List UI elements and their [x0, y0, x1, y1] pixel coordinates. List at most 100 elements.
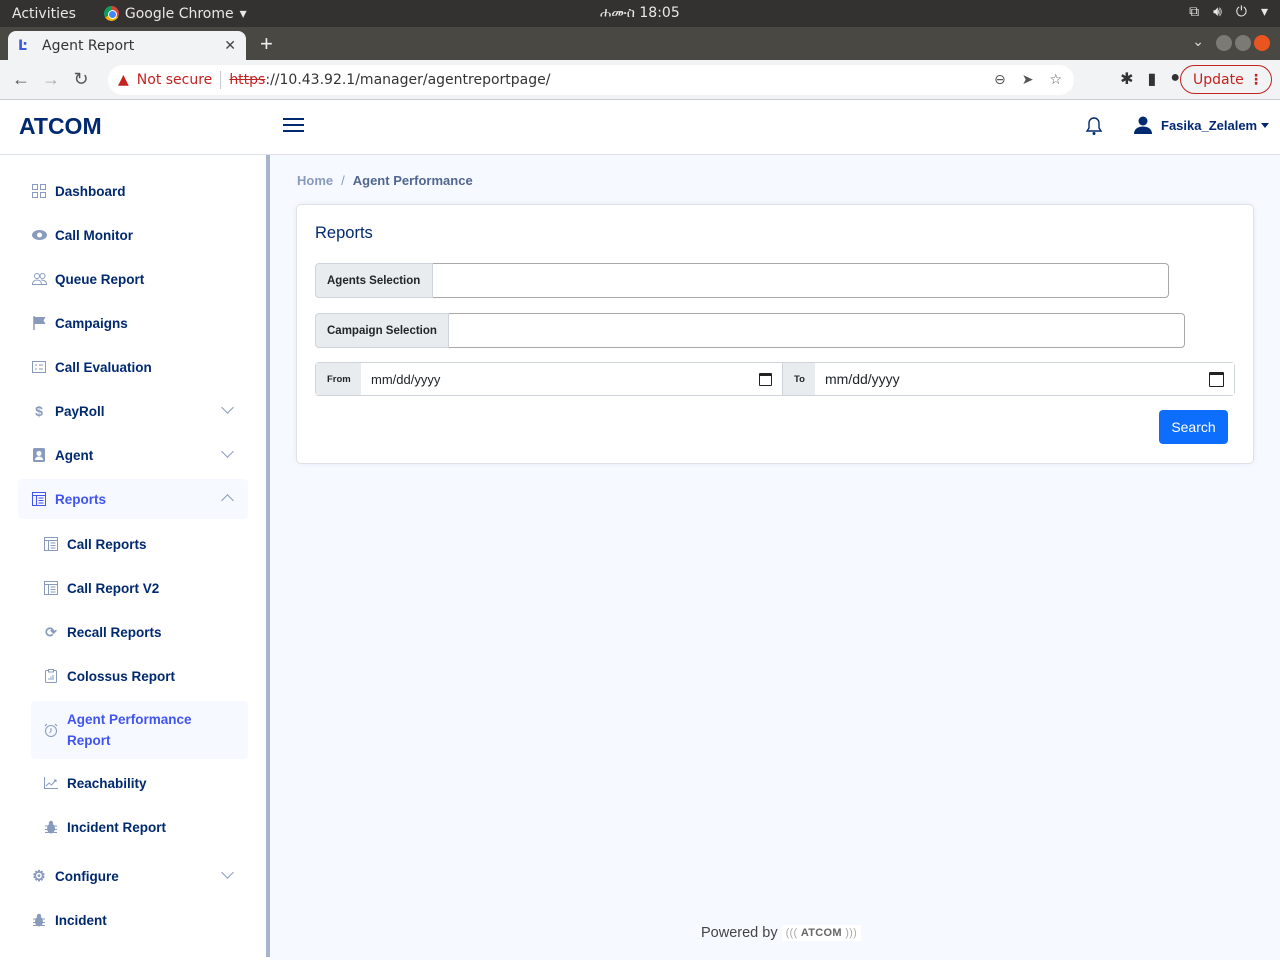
sidebar-item-label: Recall Reports [67, 624, 162, 640]
gear-icon: ⚙ [32, 868, 46, 885]
profile-icon[interactable]: ● [1170, 69, 1180, 89]
sidebar-subitem-incident-report[interactable]: Incident Report [31, 807, 248, 847]
site-favicon-icon: Ŀ [18, 37, 27, 54]
browser-toolbar: ← → ↻ ▲ Not secure https://10.43.92.1/ma… [0, 60, 1280, 100]
grid-icon [31, 183, 47, 199]
sidebar-subitem-reachability[interactable]: Reachability [31, 763, 248, 803]
browser-tab[interactable]: Ŀ Agent Report ✕ [8, 31, 246, 60]
sidebar-item-queue-report[interactable]: Queue Report [18, 259, 248, 299]
chevron-down-icon [221, 401, 234, 414]
toggle-sidebar-button[interactable] [283, 115, 304, 135]
to-date-input[interactable]: mm/dd/yyyy [815, 363, 1234, 395]
alarm-icon [43, 722, 59, 738]
sidebar-item-label: Dashboard [55, 183, 126, 199]
caret-down-icon: ▾ [1260, 4, 1268, 20]
powered-by-text: Powered by [701, 925, 778, 941]
footer-logo: ATCOM [781, 925, 862, 941]
side-panel-icon[interactable]: ▮ [1148, 69, 1157, 89]
address-bar[interactable]: ▲ Not secure https://10.43.92.1/manager/… [108, 65, 1074, 95]
calendar-icon[interactable] [1209, 371, 1224, 387]
chevron-up-icon [221, 494, 234, 507]
new-tab-button[interactable]: + [260, 31, 273, 57]
sidebar-item-label: Call Report V2 [67, 580, 160, 596]
breadcrumb-current: Agent Performance [352, 173, 473, 188]
campaign-selection-label: Campaign Selection [315, 313, 449, 348]
layout-text-icon [43, 580, 59, 596]
url-scheme: https [229, 72, 266, 88]
clipboard-chart-icon [43, 668, 59, 684]
sidebar-item-agent[interactable]: Agent [18, 435, 248, 475]
back-button[interactable]: ← [6, 69, 36, 90]
sidebar-subitem-recall-reports[interactable]: ⟳ Recall Reports [31, 612, 248, 652]
divider [220, 71, 222, 89]
campaign-selection-group: Campaign Selection [315, 313, 1185, 348]
sidebar-item-call-monitor[interactable]: Call Monitor [18, 215, 248, 255]
date-range-group: From mm/dd/yyyy To mm/dd/yyyy [315, 362, 1235, 396]
reload-button[interactable]: ↻ [66, 69, 96, 90]
checklist-icon [31, 359, 47, 375]
more-menu-icon: ⋮ [1249, 71, 1263, 88]
breadcrumb-home[interactable]: Home [297, 173, 333, 188]
zoom-icon[interactable]: ⊖ [994, 72, 1006, 88]
sidebar-subitem-call-report-v2[interactable]: Call Report V2 [31, 568, 248, 608]
chrome-icon [103, 6, 119, 21]
maximize-button[interactable] [1235, 35, 1251, 51]
sidebar-subitem-call-reports[interactable]: Call Reports [31, 524, 248, 564]
campaign-selection-input[interactable] [449, 313, 1185, 348]
sidebar-item-configure[interactable]: ⚙ Configure [18, 856, 248, 896]
volume-icon: 🔊︎ [1213, 4, 1222, 20]
sidebar-item-call-evaluation[interactable]: Call Evaluation [18, 347, 248, 387]
from-label: From [316, 363, 361, 395]
bug-icon [31, 912, 47, 928]
sidebar-subitem-agent-performance-report[interactable]: Agent Performance Report [31, 701, 248, 759]
bookmark-star-icon[interactable]: ☆ [1049, 72, 1062, 88]
update-button[interactable]: Update ⋮ [1180, 65, 1272, 94]
close-window-button[interactable] [1254, 35, 1270, 51]
agents-selection-label: Agents Selection [315, 263, 433, 298]
sidebar-item-reports[interactable]: Reports [18, 479, 248, 519]
sidebar-item-campaigns[interactable]: Campaigns [18, 303, 248, 343]
url-text: ://10.43.92.1/manager/agentreportpage/ [265, 72, 551, 88]
sidebar-item-incident[interactable]: Incident [18, 900, 248, 940]
flag-icon [31, 315, 47, 331]
logo[interactable]: ATCOM [19, 113, 102, 140]
minimize-button[interactable] [1216, 35, 1232, 51]
sidebar-item-label: Reachability [67, 775, 147, 791]
from-date-input[interactable]: mm/dd/yyyy [361, 363, 782, 395]
from-date-placeholder: mm/dd/yyyy [371, 371, 441, 387]
window-controls [1216, 35, 1270, 51]
card-title: Reports [315, 224, 373, 242]
app-header: ATCOM Fasika_Zelalem [0, 100, 1280, 155]
sidebar-item-label: Colossus Report [67, 668, 176, 684]
system-tray[interactable]: ⧉ 🔊︎ ⏻ ▾ [1189, 4, 1268, 20]
app-menu[interactable]: Google Chrome ▾ [103, 6, 247, 22]
extensions-icon[interactable]: ✱ [1120, 69, 1133, 89]
clock[interactable]: ሐሙስ 18:05 [600, 5, 680, 21]
sidebar-item-dashboard[interactable]: Dashboard [18, 171, 248, 211]
layout-text-icon [43, 536, 59, 552]
refresh-icon: ⟳ [45, 623, 57, 640]
forward-button[interactable]: → [36, 69, 66, 90]
user-menu[interactable]: Fasika_Zelalem [1133, 115, 1270, 135]
person-icon [1134, 116, 1152, 134]
agents-selection-input[interactable] [433, 263, 1169, 298]
notifications-bell-icon[interactable] [1085, 116, 1103, 141]
tab-search-icon[interactable]: ⌄ [1192, 33, 1204, 50]
breadcrumb: Home / Agent Performance [297, 173, 473, 188]
sidebar-item-label: Incident Report [67, 819, 167, 835]
sidebar-item-payroll[interactable]: $ PayRoll [18, 391, 248, 431]
eye-icon [31, 227, 47, 243]
security-label[interactable]: Not secure [137, 72, 213, 88]
sidebar-item-label: Reports [55, 491, 107, 507]
close-tab-icon[interactable]: ✕ [224, 38, 236, 54]
search-button[interactable]: Search [1159, 410, 1228, 444]
sidebar: Dashboard Call Monitor Queue Report Camp… [0, 155, 266, 960]
calendar-icon[interactable] [759, 372, 772, 386]
send-icon[interactable]: ➤ [1022, 72, 1034, 88]
caret-down-icon [1261, 122, 1270, 128]
activities-button[interactable]: Activities [12, 6, 76, 22]
network-icon: ⧉ [1189, 4, 1200, 20]
sidebar-subitem-colossus-report[interactable]: Colossus Report [31, 656, 248, 696]
chevron-down-icon [221, 866, 234, 879]
people-icon [31, 271, 47, 287]
